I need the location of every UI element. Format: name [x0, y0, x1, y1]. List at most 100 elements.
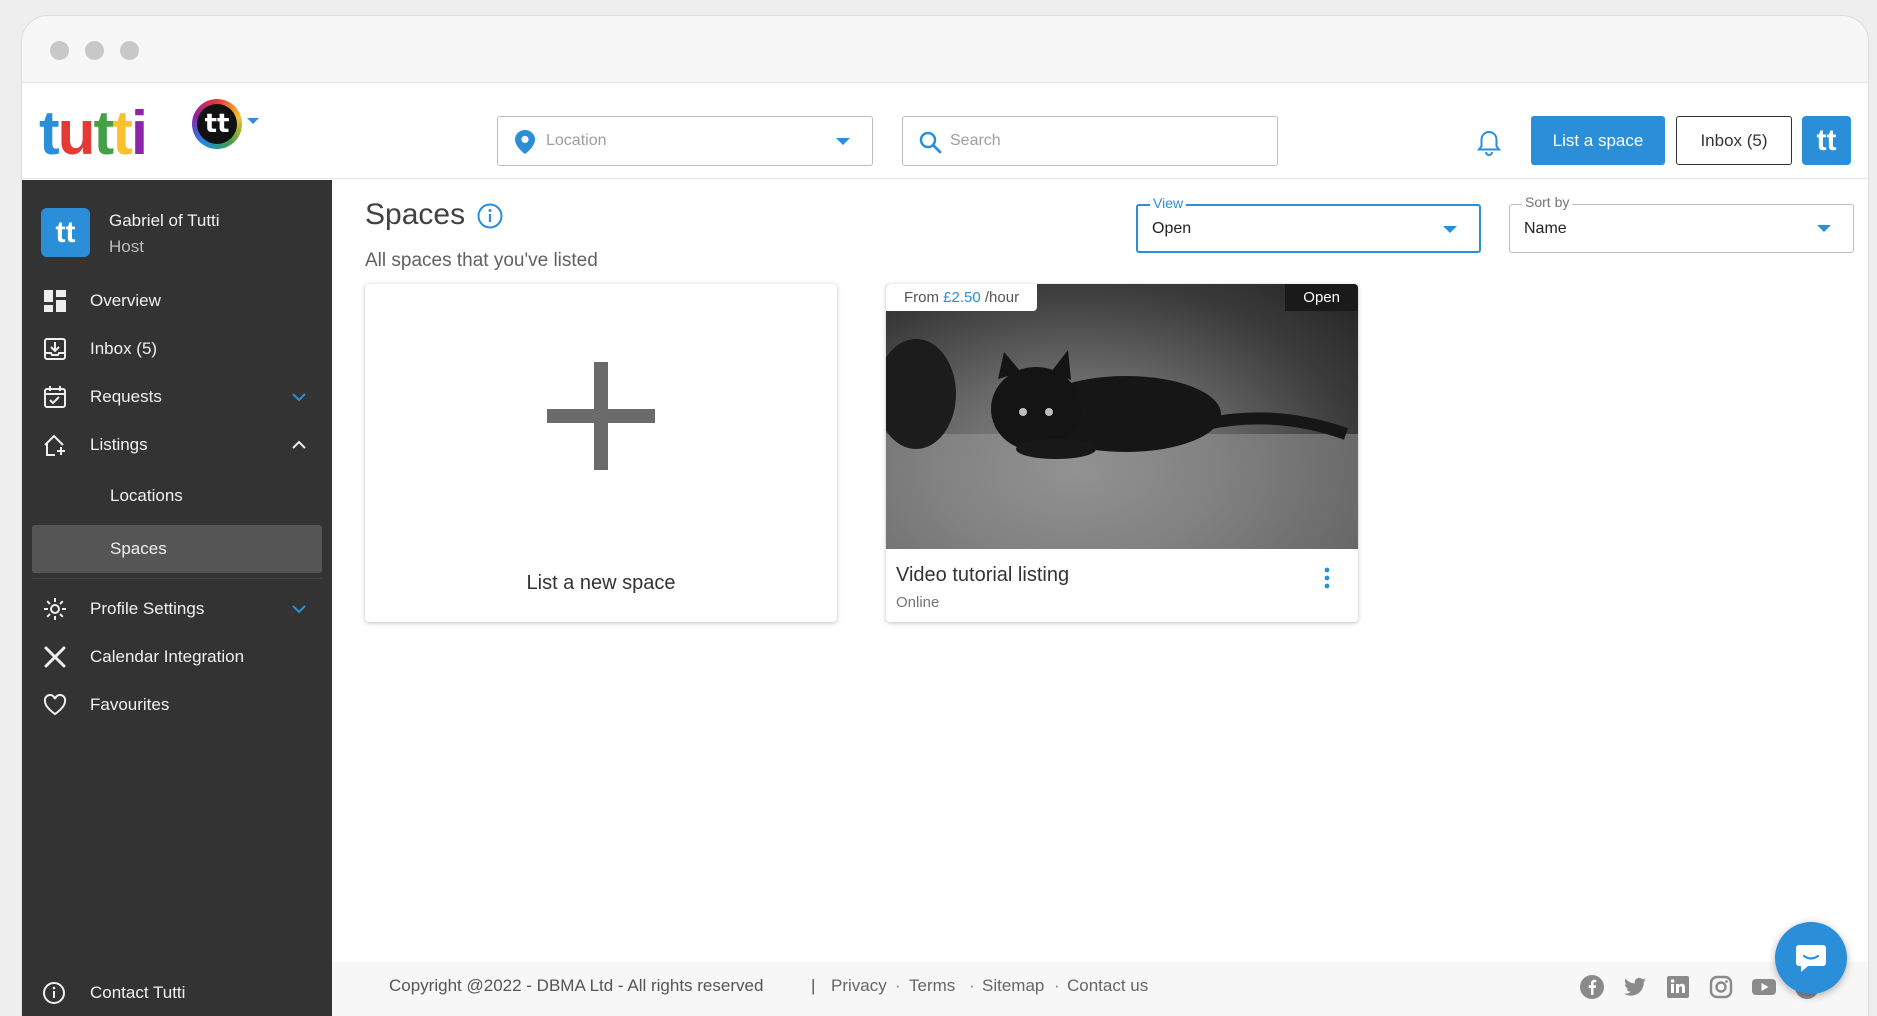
copyright-text: Copyright @2022 - DBMA Ltd - All rights …	[389, 976, 764, 995]
chevron-up-icon[interactable]	[292, 438, 306, 452]
user-avatar[interactable]: tt	[1802, 116, 1851, 165]
youtube-icon[interactable]	[1751, 974, 1777, 1000]
sidebar-item-label: Inbox (5)	[90, 339, 158, 358]
user-role: Host	[109, 237, 144, 256]
sidebar-item-label: Requests	[90, 387, 162, 406]
sidebar-item-inbox[interactable]: Inbox (5)	[22, 326, 332, 372]
sidebar-item-profile-settings[interactable]: Profile Settings	[22, 586, 332, 632]
view-select-legend: View	[1150, 195, 1187, 211]
calendar-check-icon	[42, 384, 68, 410]
inbox-icon	[42, 336, 68, 362]
footer-link-privacy[interactable]: Privacy	[831, 976, 887, 996]
notification-bell-icon[interactable]	[1474, 128, 1504, 158]
sidebar-item-favourites[interactable]: Favourites	[22, 682, 332, 728]
user-avatar[interactable]: tt	[41, 208, 90, 257]
window-titlebar	[22, 16, 1868, 83]
chevron-down-icon	[1817, 225, 1831, 232]
sidebar: tt Gabriel of Tutti Host Overview Inbox …	[22, 180, 332, 1016]
chat-launcher-button[interactable]	[1775, 922, 1847, 994]
list-new-space-card[interactable]: List a new space	[365, 284, 837, 622]
sidebar-subitem-locations[interactable]: Locations	[32, 472, 322, 520]
footer-link-terms[interactable]: Terms	[909, 976, 955, 996]
linkedin-icon[interactable]	[1665, 974, 1691, 1000]
sidebar-item-label: Favourites	[90, 695, 170, 714]
contact-label: Contact Tutti	[90, 983, 186, 1002]
logo-letter: t	[39, 99, 60, 168]
chat-bubble-icon	[1796, 945, 1826, 972]
sidebar-item-label: Listings	[90, 435, 148, 454]
footer-link-sitemap[interactable]: Sitemap	[982, 976, 1044, 996]
sidebar-subitem-spaces[interactable]: Spaces	[32, 525, 322, 573]
view-select-value: Open	[1152, 219, 1192, 237]
logo-letter: t	[93, 99, 115, 168]
user-name: Gabriel of Tutti	[109, 211, 220, 230]
footer-dot: ·	[1054, 976, 1060, 995]
footer: Copyright @2022 - DBMA Ltd - All rights …	[332, 962, 1868, 1016]
top-navigation-bar: tutti tt Location Search List a space In…	[22, 84, 1868, 179]
price-unit: /hour	[984, 289, 1020, 306]
contact-tutti-link[interactable]: Contact Tutti	[22, 970, 332, 1016]
sidebar-item-label: Profile Settings	[90, 599, 205, 618]
browser-window: tutti tt Location Search List a space In…	[22, 16, 1868, 1016]
page-subtitle: All spaces that you've listed	[365, 250, 598, 271]
window-maximize-dot[interactable]	[120, 41, 139, 60]
chevron-down-icon	[1443, 226, 1457, 233]
sort-by-value: Name	[1524, 219, 1567, 237]
footer-link-contact-us[interactable]: Contact us	[1067, 976, 1148, 996]
sort-by-select[interactable]: Sort by Name	[1509, 194, 1854, 253]
footer-dot: ·	[969, 976, 975, 995]
chevron-down-icon[interactable]	[292, 602, 306, 616]
status-badge: Open	[1285, 284, 1358, 311]
sidebar-item-calendar-integration[interactable]: Calendar Integration	[22, 634, 332, 680]
sidebar-subitem-label: Locations	[110, 486, 183, 505]
window-close-dot[interactable]	[50, 41, 69, 60]
info-icon[interactable]	[476, 202, 504, 230]
list-new-space-label: List a new space	[526, 572, 676, 594]
logo-letter: t	[112, 99, 133, 168]
tutti-logo[interactable]: tutti	[39, 98, 148, 169]
twitter-icon[interactable]	[1622, 974, 1648, 1000]
plus-icon	[547, 362, 655, 470]
tools-icon	[42, 644, 68, 670]
instagram-icon[interactable]	[1708, 974, 1734, 1000]
heart-icon	[42, 692, 68, 718]
sidebar-item-listings[interactable]: Listings	[22, 422, 332, 468]
sort-by-legend: Sort by	[1522, 194, 1573, 210]
sidebar-item-overview[interactable]: Overview	[22, 278, 332, 324]
dashboard-icon	[42, 288, 68, 314]
chevron-down-icon	[836, 138, 850, 145]
price-amount: £2.50	[943, 289, 981, 306]
main-content: Spaces All spaces that you've listed Vie…	[332, 180, 1868, 1016]
listing-subtitle: Online	[896, 594, 940, 611]
gear-icon	[42, 596, 68, 622]
chevron-down-icon[interactable]	[247, 118, 259, 124]
account-switcher-badge[interactable]: tt	[192, 99, 242, 149]
price-prefix: From	[904, 289, 939, 306]
sidebar-item-label: Calendar Integration	[90, 647, 245, 666]
inbox-button[interactable]: Inbox (5)	[1676, 116, 1792, 165]
sidebar-item-label: Overview	[90, 291, 161, 310]
price-tag: From £2.50 /hour	[886, 284, 1038, 311]
space-listing-card[interactable]: From £2.50 /hour Open Video tutorial lis…	[886, 284, 1358, 622]
house-plus-icon	[42, 432, 68, 458]
map-pin-icon	[515, 130, 535, 154]
badge-letter: tt	[197, 104, 237, 144]
list-a-space-button[interactable]: List a space	[1531, 116, 1665, 165]
info-icon	[43, 982, 65, 1004]
chevron-down-icon[interactable]	[292, 390, 306, 404]
search-input[interactable]: Search	[902, 116, 1278, 166]
search-icon	[919, 131, 942, 154]
kitten-photo-illustration	[886, 339, 1358, 549]
facebook-icon[interactable]	[1579, 974, 1605, 1000]
sidebar-subitem-label: Spaces	[110, 539, 167, 558]
sidebar-item-requests[interactable]: Requests	[22, 374, 332, 420]
location-select[interactable]: Location	[497, 116, 873, 166]
footer-separator: |	[811, 976, 816, 995]
more-options-icon[interactable]	[1324, 567, 1330, 589]
location-placeholder: Location	[546, 132, 607, 149]
listing-photo[interactable]: From £2.50 /hour Open	[886, 284, 1358, 549]
view-select[interactable]: View Open	[1136, 195, 1481, 253]
window-minimize-dot[interactable]	[85, 41, 104, 60]
page-title: Spaces	[365, 198, 466, 231]
sidebar-divider	[32, 578, 322, 579]
